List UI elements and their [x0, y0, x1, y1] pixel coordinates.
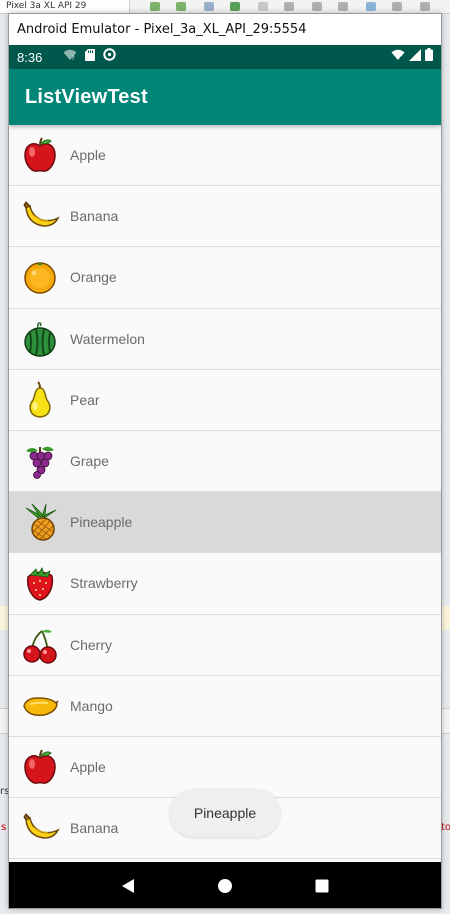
fruit-name: Strawberry [70, 575, 138, 592]
list-item[interactable]: Pear [9, 369, 441, 431]
fruit-name: Mango [70, 697, 113, 714]
host-toolbar-icon[interactable] [150, 2, 160, 11]
fruit-name: Banana [70, 820, 119, 837]
list-item[interactable]: Grape [9, 430, 441, 493]
svg-text:?: ? [72, 55, 75, 61]
host-toolbar-icon[interactable] [284, 2, 294, 11]
status-bar: 8:36 ? [9, 45, 441, 69]
battery-icon [425, 48, 433, 66]
list-item[interactable]: Cherry [9, 614, 441, 676]
wifi-icon [391, 48, 405, 66]
host-toolbar-icon[interactable] [392, 2, 402, 11]
host-toolbar-icon[interactable] [312, 2, 322, 11]
fruit-list[interactable]: Apple Banana Orange Watermelon Pear Grap… [9, 125, 441, 862]
toast-message: Pineapple [170, 789, 280, 837]
status-time: 8:36 [17, 49, 43, 65]
cherry-icon [18, 623, 62, 667]
data-saver-icon [103, 48, 116, 66]
host-tab[interactable]: Pixel 3a XL API 29 [0, 0, 130, 13]
host-toolbar-icon[interactable] [176, 2, 186, 11]
watermelon-icon [18, 317, 62, 361]
wifi-question-icon: ? [63, 48, 77, 66]
navigation-bar [9, 862, 441, 908]
banana-icon [18, 194, 62, 238]
recents-icon[interactable] [302, 866, 342, 906]
emulator-titlebar[interactable]: Android Emulator - Pixel_3a_XL_API_29:55… [9, 14, 441, 45]
host-toolbar: Pixel 3a XL API 29 [0, 0, 450, 14]
fruit-name: Grape [70, 453, 109, 470]
host-toolbar-icon[interactable] [230, 2, 240, 11]
banana-icon [18, 806, 62, 850]
app-title: ListViewTest [25, 85, 148, 108]
fruit-name: Cherry [70, 636, 113, 653]
fruit-name: Watermelon [70, 330, 145, 347]
list-item[interactable]: Watermelon [9, 308, 441, 370]
back-icon[interactable] [108, 866, 148, 906]
apple-icon [18, 745, 62, 789]
host-side-text: to [441, 822, 450, 833]
fruit-name: Apple [70, 147, 106, 164]
host-toolbar-icon[interactable] [258, 2, 268, 11]
orange-icon [18, 255, 62, 299]
host-toolbar-icon[interactable] [420, 2, 430, 11]
list-item[interactable]: Orange [9, 247, 441, 309]
fruit-name: Banana [70, 208, 119, 225]
status-right-icons [391, 48, 433, 66]
host-toolbar-icon[interactable] [338, 2, 348, 11]
home-icon[interactable] [205, 866, 245, 906]
emulator-window-title: Android Emulator - Pixel_3a_XL_API_29:55… [17, 22, 307, 37]
signal-icon [409, 48, 421, 66]
fruit-name: Pineapple [70, 514, 133, 531]
list-item[interactable]: Apple [9, 125, 441, 187]
host-toolbar-icon[interactable] [204, 2, 214, 11]
host-side-text: s [1, 822, 7, 833]
list-item[interactable]: Mango [9, 675, 441, 737]
pineapple-icon [18, 500, 62, 544]
emulator-window: Android Emulator - Pixel_3a_XL_API_29:55… [8, 13, 442, 909]
app-toolbar: ListViewTest [9, 69, 441, 125]
list-item[interactable]: Pineapple [9, 492, 441, 554]
sd-card-icon [85, 48, 95, 66]
list-item[interactable]: Strawberry [9, 553, 441, 615]
strawberry-icon [18, 561, 62, 605]
mango-icon [18, 684, 62, 728]
phone-screen: 8:36 ? ListViewTest Apple Banana Orange … [9, 45, 441, 908]
list-item[interactable]: Banana [9, 186, 441, 248]
fruit-name: Pear [70, 391, 100, 408]
pear-icon [18, 378, 62, 422]
fruit-name: Orange [70, 269, 117, 286]
grape-icon [18, 439, 62, 483]
fruit-name: Apple [70, 758, 106, 775]
host-toolbar-icon[interactable] [366, 2, 376, 11]
apple-icon [18, 133, 62, 177]
